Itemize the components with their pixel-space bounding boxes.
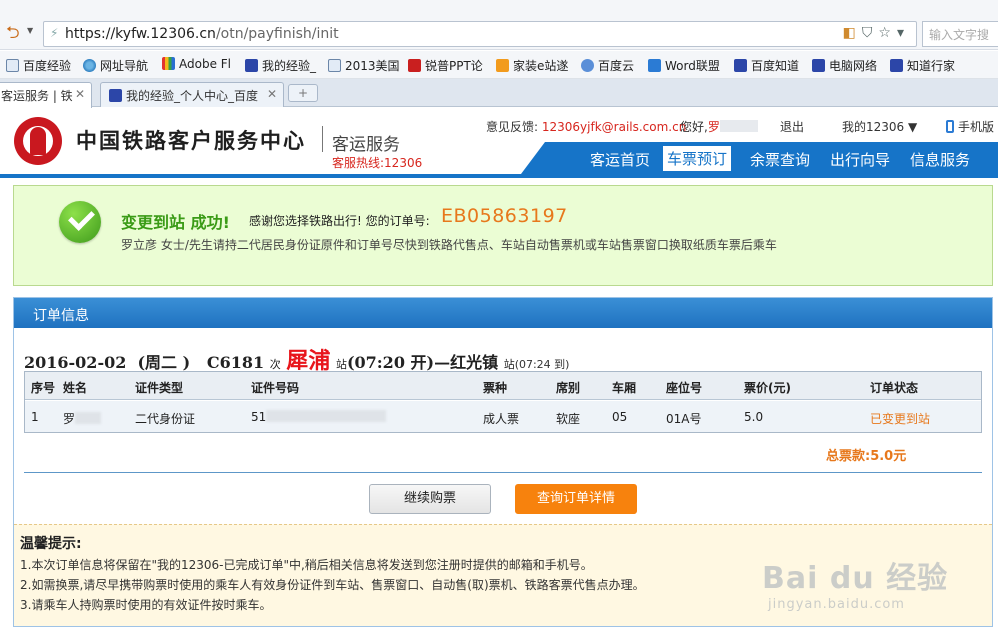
bookmark-item[interactable]: 知道行家 <box>890 57 955 74</box>
tip-item: 3.请乘车人持购票时使用的有效证件按时乘车。 <box>20 598 272 612</box>
order-panel-header: 订单信息 <box>14 298 992 328</box>
address-bar-icons[interactable]: ◧⛉☆▾ <box>843 25 910 41</box>
bookmark-item[interactable]: 网址导航 <box>83 57 148 74</box>
bookmark-item[interactable]: 百度知道 <box>734 57 799 74</box>
user-greeting: 您好,罗 <box>680 118 758 135</box>
header-underline <box>0 174 998 178</box>
logout-link[interactable]: 退出 <box>780 118 804 135</box>
site-subtitle: 客运服务 <box>332 135 400 155</box>
bookmark-item[interactable]: 锐普PPT论 <box>408 57 483 74</box>
passenger-table: 序号 姓名 证件类型 证件号码 票种 席别 车厢 座位号 票价(元) 订单状态 … <box>24 371 982 433</box>
success-title: 变更到站 成功! <box>121 213 230 232</box>
bookmarks-bar: 百度经验 网址导航 Adobe Fl 我的经验_ 2013美国 锐普PPT论 家… <box>0 51 998 79</box>
phone-icon <box>946 120 954 133</box>
continue-booking-button[interactable]: 继续购票 <box>369 484 491 514</box>
dropdown-icon: ▾ <box>896 25 910 41</box>
folder-icon <box>6 59 19 72</box>
adobe-icon <box>162 57 175 70</box>
tip-item: 2.如需换票,请尽早携带购票时使用的乘车人有效身份证件到车站、售票窗口、自动售(… <box>20 578 645 592</box>
tab-12306[interactable]: 客运服务 | 铁 ✕ <box>0 82 92 108</box>
url-text: https://kyfw.12306.cn/otn/payfinish/init <box>65 26 339 42</box>
bookmark-item[interactable]: Adobe Fl <box>162 57 231 71</box>
tips-title: 温馨提示: <box>20 536 82 552</box>
hotline: 客服热线:12306 <box>332 156 423 170</box>
divider <box>322 126 323 152</box>
tip-item: 1.本次订单信息将保留在"我的12306-已完成订单"中,稍后相关信息将发送到您… <box>20 558 593 572</box>
baidu-paw-icon <box>734 59 747 72</box>
trip-weekday: (周二 ) <box>137 353 191 372</box>
ppt-icon <box>408 59 421 72</box>
baidu-paw-icon <box>812 59 825 72</box>
trip-date: 2016-02-02 <box>24 353 127 372</box>
order-status: 已变更到站 <box>870 412 931 426</box>
feedback: 意见反馈: 12306yjfk@rails.com.cn <box>486 120 687 134</box>
site-title: 中国铁路客户服务中心 <box>76 128 306 153</box>
nav-travel-guide[interactable]: 出行向导 <box>830 149 890 170</box>
success-thanks: 感谢您选择铁路出行! 您的订单号: <box>249 214 430 228</box>
search-input[interactable]: 输入文字搜 <box>922 21 998 47</box>
bookmark-item[interactable]: 百度经验 <box>6 57 71 74</box>
bookmark-item[interactable]: 百度云 <box>581 57 634 74</box>
railway-logo-mark <box>30 127 46 155</box>
success-panel: 变更到站 成功! 感谢您选择铁路出行! 您的订单号: EB05863197 罗立… <box>13 185 993 286</box>
bookmark-item[interactable]: 家装e站遂 <box>496 57 568 74</box>
order-detail-button[interactable]: 查询订单详情 <box>515 484 637 514</box>
address-bar[interactable]: ⚡ https://kyfw.12306.cn/otn/payfinish/in… <box>43 21 917 47</box>
nav-info-service[interactable]: 信息服务 <box>910 149 970 170</box>
word-icon <box>648 59 661 72</box>
bookmark-item[interactable]: 2013美国 <box>328 57 400 74</box>
chevron-down-icon: ▼ <box>908 120 918 134</box>
table-row: 1 罗 二代身份证 51 成人票 软座 05 01A号 5.0 已变更到站 <box>25 401 981 432</box>
check-icon <box>59 201 101 243</box>
tab-strip: 客运服务 | 铁 ✕ 我的经验_个人中心_百度 ✕ <box>0 79 998 108</box>
folder-icon <box>328 59 341 72</box>
baidu-paw-icon <box>245 59 258 72</box>
home-deco-icon <box>496 59 509 72</box>
tips-panel: 温馨提示: 1.本次订单信息将保留在"我的12306-已完成订单"中,稍后相关信… <box>14 524 992 626</box>
main-nav: 客运首页 车票预订 余票查询 出行向导 信息服务 <box>521 142 998 174</box>
user-name[interactable]: 罗 <box>708 120 720 134</box>
bookmark-item[interactable]: 我的经验_ <box>245 57 316 74</box>
back-icon[interactable]: ⮌ <box>6 20 20 49</box>
mobile-link[interactable]: 手机版 <box>946 118 994 135</box>
nav-ticket-query[interactable]: 余票查询 <box>750 149 810 170</box>
my12306-menu[interactable]: 我的12306 ▼ <box>842 118 917 135</box>
shield-icon: ⛉ <box>861 25 879 41</box>
success-note: 罗立彦 女士/先生请持二代居民身份证原件和订单号尽快到铁路代售点、车站自动售票机… <box>121 238 777 252</box>
globe-icon <box>83 59 96 72</box>
close-icon[interactable]: ✕ <box>267 87 277 101</box>
table-header: 序号 姓名 证件类型 证件号码 票种 席别 车厢 座位号 票价(元) 订单状态 <box>25 372 981 400</box>
order-panel-title: 订单信息 <box>33 308 89 324</box>
arrive-time: (07:24 到) <box>514 358 570 371</box>
cloud-icon <box>581 59 594 72</box>
depart-time: (07:20 开) <box>346 353 435 372</box>
passenger-name: 罗 <box>63 410 102 427</box>
browser-toolbar: ⮌ ▼ ⚡ https://kyfw.12306.cn/otn/payfinis… <box>0 0 998 50</box>
to-station: —红光镇 <box>434 353 499 372</box>
new-tab-button[interactable]: + <box>288 84 318 102</box>
total-fare: 总票款:5.0元 <box>826 449 907 464</box>
lightning-icon: ⚡ <box>50 26 59 40</box>
star-icon: ☆ <box>878 25 897 41</box>
reader-icon: ◧ <box>842 25 862 41</box>
nav-ticket-booking[interactable]: 车票预订 <box>663 146 732 171</box>
id-number: 51 <box>251 410 387 424</box>
back-dropdown-icon[interactable]: ▼ <box>27 26 33 35</box>
order-number: EB05863197 <box>441 205 568 227</box>
tab-baidu-jingyan[interactable]: 我的经验_个人中心_百度 ✕ <box>100 82 284 107</box>
divider <box>24 472 982 473</box>
bookmark-item[interactable]: 电脑网络 <box>812 57 877 74</box>
baidu-paw-icon <box>109 89 122 102</box>
close-icon[interactable]: ✕ <box>75 87 85 101</box>
masked-name <box>719 120 758 132</box>
train-number: C6181 <box>206 353 265 372</box>
baidu-paw-icon <box>890 59 903 72</box>
feedback-email-link[interactable]: 12306yjfk@rails.com.cn <box>542 120 686 134</box>
nav-home[interactable]: 客运首页 <box>590 149 650 170</box>
bookmark-item[interactable]: Word联盟 <box>648 57 720 74</box>
